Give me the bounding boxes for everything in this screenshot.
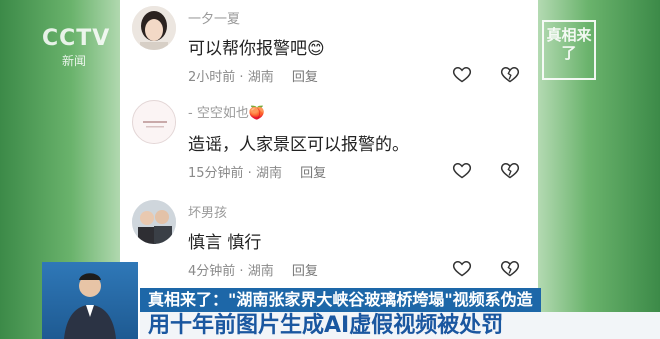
heart-outline-icon[interactable] <box>452 258 472 278</box>
broken-heart-outline-icon[interactable] <box>500 160 520 180</box>
comment-location: 湖南 <box>247 70 274 85</box>
sign-language-interpreter <box>42 262 138 339</box>
comment-meta: 15分钟前 · 湖南 回复 <box>188 166 327 181</box>
comment-location: 湖南 <box>247 264 274 279</box>
reply-button[interactable]: 回复 <box>292 264 318 279</box>
comment-item: 坏男孩 慎言 慎行 4分钟前 · 湖南 回复 <box>132 200 528 282</box>
heart-outline-icon[interactable] <box>452 160 472 180</box>
comment-username[interactable]: - 空空如也🍑 <box>188 102 265 121</box>
comment-text: 造谣，人家景区可以报警的。 <box>188 135 409 155</box>
comment-text: 可以帮你报警吧😊 <box>188 39 325 59</box>
broken-heart-outline-icon[interactable] <box>500 64 520 84</box>
reply-button[interactable]: 回复 <box>292 70 318 85</box>
comment-username[interactable]: 一夕一夏 <box>188 8 240 27</box>
broken-heart-outline-icon[interactable] <box>500 258 520 278</box>
comment-username[interactable]: 坏男孩 <box>188 202 227 221</box>
comment-time: 4分钟前 <box>188 264 236 279</box>
avatar[interactable] <box>132 200 176 244</box>
comment-meta: 2小时前 · 湖南 回复 <box>188 70 318 85</box>
heart-outline-icon[interactable] <box>452 64 472 84</box>
comment-time: 15分钟前 <box>188 166 244 181</box>
comment-time: 2小时前 <box>188 70 236 85</box>
reply-button[interactable]: 回复 <box>300 166 326 181</box>
comment-meta: 4分钟前 · 湖南 回复 <box>188 264 318 279</box>
comment-text: 慎言 慎行 <box>188 233 262 253</box>
comment-item: 一夕一夏 可以帮你报警吧😊 2小时前 · 湖南 回复 <box>132 6 528 86</box>
caption-subheadline: 用十年前图片生成AI虚假视频被处罚 <box>140 312 660 339</box>
cctv-logo-subtitle: 新闻 <box>62 54 87 68</box>
avatar[interactable] <box>132 100 176 144</box>
caption-headline: 真相来了："湖南张家界大峡谷玻璃桥垮塌"视频系伪造 <box>140 288 541 312</box>
comment-location: 湖南 <box>255 166 282 181</box>
program-badge: 真相来了 <box>542 20 596 80</box>
comment-item: - 空空如也🍑 造谣，人家景区可以报警的。 15分钟前 · 湖南 回复 <box>132 100 528 186</box>
avatar[interactable] <box>132 6 176 50</box>
